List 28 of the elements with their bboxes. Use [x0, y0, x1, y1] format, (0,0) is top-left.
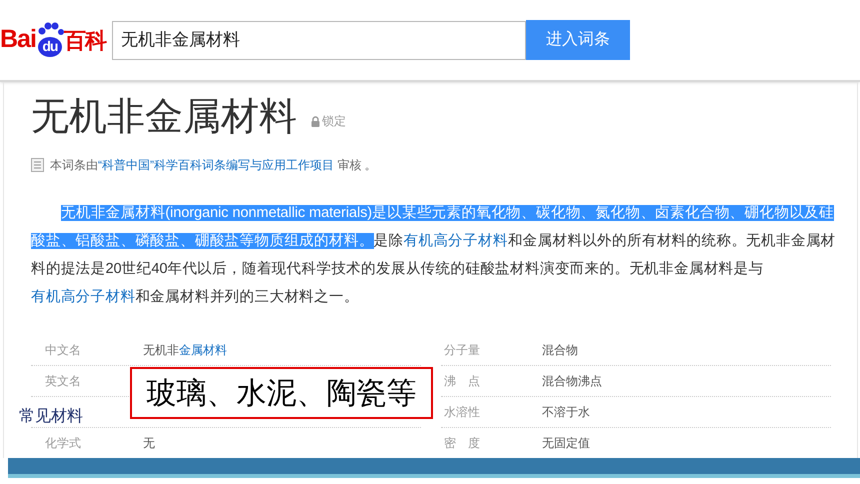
- page-title: 无机非金属材料: [31, 98, 297, 136]
- field-label: 分子量: [444, 342, 481, 359]
- field-label: 水溶性: [444, 404, 481, 421]
- lock-icon: [311, 116, 320, 126]
- overlay-label: 常见材料: [19, 407, 83, 427]
- document-icon: [31, 158, 44, 172]
- field-label: 英文名: [45, 373, 82, 390]
- article-paragraph: 无机非金属材料(inorganic nonmetallic materials)是以某些元素的氧化物、碳化物、氮化物、卤素化合物、硼化物以及硅酸盐、铝酸盐、磷酸盐、硼酸盐等物质组成的材料。是除有机高分子材料和金属材料以外的所有材料的统称。无机非金属材料的提法是20世纪40年代以后，随着现代科学技术的发展从传统的硅酸盐材料演变而来的。无机非金属材料是与 有机高分子材料和金属材料并列的三大材料之一。: [31, 204, 837, 307]
- search-field[interactable]: 无机非金属材料: [112, 20, 526, 60]
- search-button[interactable]: 进入词条: [526, 20, 630, 60]
- field-value: 混合物: [542, 342, 578, 359]
- field-value: 混合物沸点: [542, 373, 602, 390]
- field-value: 不溶于水: [542, 404, 590, 421]
- callout-box: 玻璃、水泥、陶瓷等: [130, 367, 433, 419]
- field-value: 无: [143, 435, 155, 452]
- link[interactable]: “科普中国”科学百科词条编写与应用工作项目: [98, 158, 334, 172]
- logo[interactable]: Bai du 百科: [0, 20, 106, 60]
- field-label: 沸 点: [444, 373, 481, 390]
- field-label: 密 度: [444, 435, 481, 452]
- field-label: 中文名: [45, 342, 82, 359]
- field-label: 化学式: [45, 435, 82, 452]
- review-note: 本词条由“科普中国”科学百科词条编写与应用工作项目 审核 。: [50, 157, 377, 174]
- lock-status: 锁定: [311, 112, 346, 130]
- link[interactable]: 有机高分子材料: [31, 289, 136, 305]
- field-value: 无固定值: [542, 435, 590, 452]
- link[interactable]: 金属材料: [179, 343, 227, 357]
- field-value: 无机非金属材料: [143, 342, 227, 359]
- link[interactable]: 有机高分子材料: [404, 233, 508, 249]
